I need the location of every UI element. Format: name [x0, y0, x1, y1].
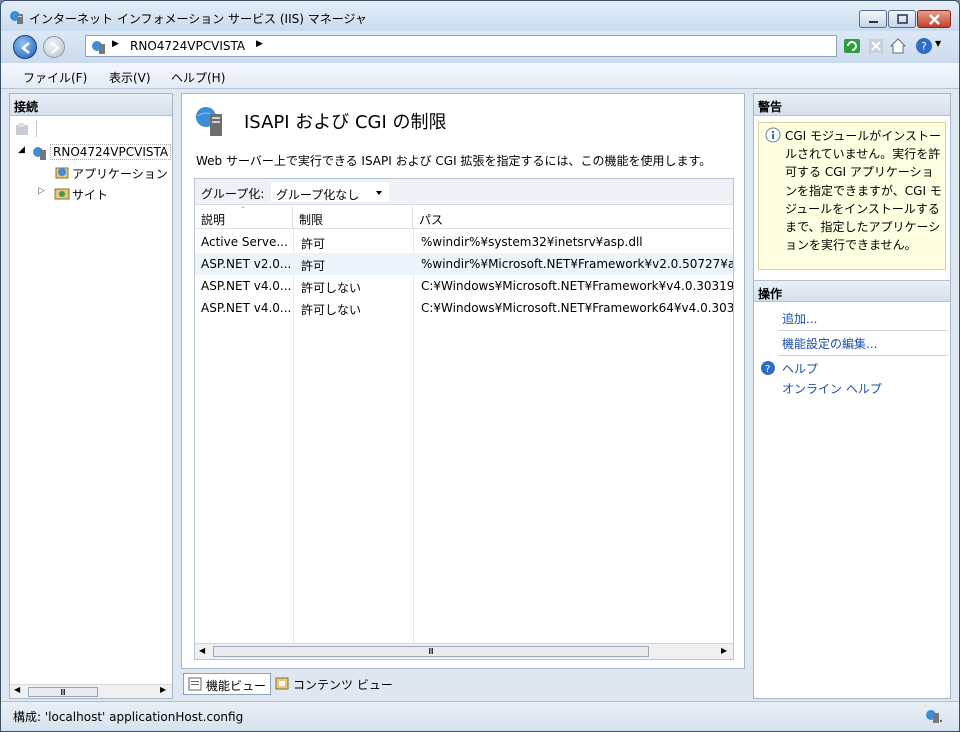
connections-header: 接続	[10, 94, 172, 116]
close-button[interactable]	[917, 10, 951, 28]
status-bar: 構成: 'localhost' applicationHost.config	[1, 701, 959, 731]
scroll-thumb[interactable]: Ⅲ	[213, 646, 649, 657]
chevron-down-icon	[376, 191, 382, 195]
tree-item-sites[interactable]: サイト	[72, 186, 108, 203]
maximize-button[interactable]	[888, 10, 916, 28]
page-description: Web サーバー上で実行できる ISAPI および CGI 拡張を指定するには、…	[196, 154, 712, 168]
actions-pane: 警告 CGI モジュールがインストールされていません。実行を許可する CGI ア…	[753, 93, 951, 699]
help-icon[interactable]: ?	[915, 37, 933, 55]
scroll-thumb[interactable]: Ⅲ	[28, 687, 98, 697]
connections-scrollbar[interactable]: ◀ Ⅲ ▶	[10, 684, 172, 698]
close-icon	[929, 14, 940, 25]
application-pool-icon	[55, 167, 69, 179]
table-row[interactable]: ASP.NET v4.0... 許可しない C:¥Windows¥Microso…	[195, 275, 733, 297]
sites-folder-icon	[54, 188, 70, 200]
iis-manager-window: インターネット インフォメーション サービス (IIS) マネージャ ▶ RNO…	[0, 0, 960, 732]
svg-text:?: ?	[921, 40, 927, 53]
add-action[interactable]: 追加...	[782, 310, 817, 327]
scroll-left-icon[interactable]: ◀	[14, 685, 20, 694]
tree-expander[interactable]: ◢	[18, 145, 25, 155]
forward-button[interactable]	[43, 36, 65, 58]
alert-box: CGI モジュールがインストールされていません。実行を許可する CGI アプリケ…	[758, 122, 946, 270]
tree-expander[interactable]: ▷	[38, 186, 45, 196]
back-button[interactable]	[13, 35, 37, 59]
sort-ascending-icon: ˆ	[241, 206, 245, 215]
maximize-icon	[897, 14, 908, 24]
refresh-icon[interactable]	[843, 37, 861, 55]
actions-header: 操作	[754, 280, 950, 302]
page-title: ISAPI および CGI の制限	[244, 112, 447, 133]
minimize-icon	[869, 21, 878, 23]
help-icon: ?	[761, 361, 775, 375]
info-icon	[765, 127, 781, 143]
column-header-description[interactable]: 説明 ˆ	[195, 206, 293, 229]
menu-file[interactable]: ファイル(F)	[23, 69, 87, 86]
group-by-bar: グループ化: グループ化なし	[195, 179, 733, 205]
column-header-restriction[interactable]: 制限	[293, 207, 413, 229]
server-icon	[926, 710, 942, 723]
connections-toolbar	[12, 118, 170, 140]
list-scrollbar[interactable]: ◀ Ⅲ ▶	[195, 643, 733, 659]
table-row[interactable]: ASP.NET v4.0... 許可しない C:¥Windows¥Microso…	[195, 297, 733, 319]
scroll-left-icon[interactable]: ◀	[199, 646, 205, 655]
home-icon[interactable]	[889, 37, 907, 55]
features-view-icon	[188, 677, 202, 691]
server-icon	[33, 147, 46, 160]
chevron-down-icon[interactable]: ▼	[935, 39, 941, 48]
content-view-icon	[275, 677, 289, 690]
connections-pane: 接続 ◢ RNO4724VPCVISTA アプリケーション ▷ サイト ◀ Ⅲ …	[9, 93, 173, 699]
divider	[778, 330, 948, 331]
server-icon	[92, 41, 105, 54]
stop-icon[interactable]	[867, 37, 885, 55]
table-row[interactable]: ASP.NET v2.0... 許可 %windir%¥Microsoft.NE…	[195, 253, 733, 275]
scroll-right-icon[interactable]: ▶	[721, 646, 727, 655]
window-title: インターネット インフォメーション サービス (IIS) マネージャ	[29, 12, 367, 26]
menu-help[interactable]: ヘルプ(H)	[171, 69, 225, 86]
iis-app-icon	[10, 11, 23, 24]
alerts-header: 警告	[754, 94, 950, 116]
group-by-dropdown[interactable]: グループ化なし	[271, 182, 389, 202]
feature-pane: ISAPI および CGI の制限 Web サーバー上で実行できる ISAPI …	[181, 93, 745, 669]
arrow-left-icon	[21, 42, 30, 54]
menu-view[interactable]: 表示(V)	[109, 69, 151, 86]
column-header-path[interactable]: パス	[413, 207, 733, 229]
divider	[778, 355, 948, 356]
help-action[interactable]: ヘルプ	[782, 360, 818, 377]
navigation-bar: ▶ RNO4724VPCVISTA ▶ ? ▼	[1, 31, 959, 63]
menu-bar: ファイル(F) 表示(V) ヘルプ(H)	[1, 63, 959, 89]
tab-content-view[interactable]: コンテンツ ビュー	[271, 673, 397, 695]
scroll-right-icon[interactable]: ▶	[160, 685, 166, 694]
tab-features-view[interactable]: 機能ビュー	[183, 673, 272, 695]
alert-message: CGI モジュールがインストールされていません。実行を許可する CGI アプリケ…	[785, 129, 942, 253]
address-bar[interactable]: ▶ RNO4724VPCVISTA ▶	[85, 35, 837, 57]
arrow-right-icon	[51, 42, 60, 54]
group-by-value: グループ化なし	[276, 188, 360, 202]
extensions-list: グループ化: グループ化なし 説明 ˆ 制限 パス Active Serve..…	[194, 178, 734, 660]
minimize-button[interactable]	[859, 10, 887, 28]
online-help-action[interactable]: オンライン ヘルプ	[782, 380, 882, 397]
connect-icon[interactable]	[14, 121, 30, 137]
chevron-right-icon[interactable]: ▶	[256, 39, 263, 49]
edit-feature-settings-action[interactable]: 機能設定の編集...	[782, 335, 877, 352]
tree-item-application-pools[interactable]: アプリケーション	[72, 165, 168, 182]
address-path[interactable]: RNO4724VPCVISTA	[130, 39, 245, 53]
tree-item-server[interactable]: RNO4724VPCVISTA	[50, 144, 172, 160]
title-bar: インターネット インフォメーション サービス (IIS) マネージャ	[1, 1, 959, 31]
table-row[interactable]: Active Serve... 許可 %windir%¥system32¥ine…	[195, 231, 733, 253]
group-by-label: グループ化:	[201, 187, 265, 201]
chevron-right-icon: ▶	[112, 39, 119, 49]
isapi-cgi-icon	[196, 107, 222, 136]
svg-text:?: ?	[765, 364, 770, 375]
status-text: 構成: 'localhost' applicationHost.config	[13, 710, 244, 724]
